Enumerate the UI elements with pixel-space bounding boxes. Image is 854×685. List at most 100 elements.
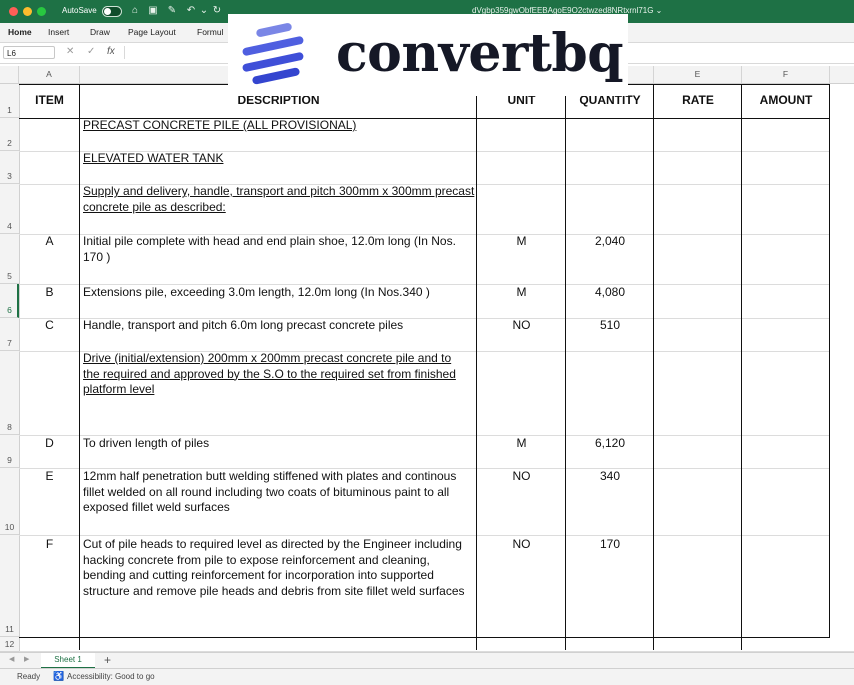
cell-unit[interactable]: NO: [477, 469, 566, 485]
save-icon[interactable]: ▣: [146, 4, 160, 18]
cell-quantity[interactable]: 340: [566, 469, 654, 485]
tab-formulas[interactable]: Formul: [197, 27, 223, 37]
cell-description[interactable]: Handle, transport and pitch 6.0m long pr…: [83, 318, 475, 334]
tab-draw[interactable]: Draw: [90, 27, 110, 37]
header-item[interactable]: ITEM: [19, 93, 80, 109]
grid-border: [79, 84, 80, 650]
cell-description[interactable]: Extensions pile, exceeding 3.0m length, …: [83, 285, 475, 301]
maximize-window-button[interactable]: [37, 7, 46, 16]
cell-description[interactable]: Cut of pile heads to required level as d…: [83, 537, 475, 599]
cell-item[interactable]: B: [19, 285, 80, 301]
row-header[interactable]: 10: [0, 468, 19, 535]
cell-quantity[interactable]: 170: [566, 537, 654, 553]
status-ready: Ready: [17, 672, 41, 681]
add-sheet-button[interactable]: +: [104, 653, 111, 667]
cell-unit[interactable]: M: [477, 234, 566, 250]
row-header[interactable]: 5: [0, 234, 19, 284]
autosave-label: AutoSave: [62, 6, 97, 15]
cell-item[interactable]: A: [19, 234, 80, 250]
row-number: 10: [4, 522, 15, 532]
row-header[interactable]: 8: [0, 351, 19, 435]
row-header[interactable]: 9: [0, 435, 19, 468]
row-number: 7: [7, 338, 12, 348]
column-header-f[interactable]: F: [742, 66, 830, 83]
edit-icon[interactable]: ✎: [165, 4, 179, 18]
select-all-corner[interactable]: [0, 66, 19, 83]
row-headers: 1 2 3 4 5 6 7 8 9 10 11 12: [0, 84, 20, 652]
row-header[interactable]: 1: [0, 84, 19, 118]
sheet-tab-bar: ◀ ▶ Sheet 1 +: [0, 652, 854, 669]
row-header[interactable]: 7: [0, 318, 19, 351]
close-window-button[interactable]: [9, 7, 18, 16]
cell-description[interactable]: ELEVATED WATER TANK: [83, 151, 475, 167]
grid-border: [565, 84, 566, 650]
watermark-text: convertbq: [336, 23, 624, 84]
minimize-window-button[interactable]: [23, 7, 32, 16]
header-amount[interactable]: AMOUNT: [742, 93, 830, 109]
cell-unit[interactable]: M: [477, 285, 566, 301]
column-header-e[interactable]: E: [654, 66, 742, 83]
cell-item[interactable]: C: [19, 318, 80, 334]
cell-item[interactable]: F: [19, 537, 80, 553]
row-number: 12: [4, 639, 15, 649]
column-header-a[interactable]: A: [19, 66, 80, 83]
grid-border: [476, 84, 477, 650]
row-header[interactable]: 12: [0, 637, 19, 652]
row-number: 1: [7, 105, 12, 115]
cell-unit[interactable]: M: [477, 436, 566, 452]
grid-border: [741, 84, 742, 650]
chevron-down-icon[interactable]: ⌄: [197, 4, 211, 18]
name-box[interactable]: L6: [3, 46, 55, 59]
cell-unit[interactable]: NO: [477, 318, 566, 334]
cell-description[interactable]: PRECAST CONCRETE PILE (ALL PROVISIONAL): [83, 118, 475, 134]
cell-quantity[interactable]: 4,080: [566, 285, 654, 301]
cell-unit[interactable]: NO: [477, 537, 566, 553]
row-number: 9: [7, 455, 12, 465]
grid-border: [829, 84, 830, 638]
grid-border: [19, 637, 830, 638]
accessibility-status[interactable]: Accessibility: Good to go: [67, 672, 155, 681]
logo-mark-bar: [255, 22, 293, 38]
cell-item[interactable]: E: [19, 469, 80, 485]
redo-icon[interactable]: ↻: [210, 4, 224, 18]
watermark-logo: convertbq: [228, 14, 628, 96]
row-header[interactable]: 2: [0, 118, 19, 151]
home-icon[interactable]: ⌂: [128, 4, 142, 18]
row-number: 11: [5, 624, 14, 634]
accessibility-icon[interactable]: ♿: [53, 671, 64, 682]
cancel-icon[interactable]: ✕: [66, 46, 74, 57]
cell-description[interactable]: Supply and delivery, handle, transport a…: [83, 184, 475, 215]
cell-quantity[interactable]: 2,040: [566, 234, 654, 250]
row-number: 2: [7, 138, 12, 148]
cell-quantity[interactable]: 510: [566, 318, 654, 334]
cell-item[interactable]: D: [19, 436, 80, 452]
grid-border: [653, 84, 654, 650]
cell-description[interactable]: 12mm half penetration butt welding stiff…: [83, 469, 475, 516]
row-number: 3: [7, 171, 12, 181]
confirm-icon[interactable]: ✓: [87, 46, 95, 57]
tab-insert[interactable]: Insert: [48, 27, 69, 37]
row-number: 4: [7, 221, 12, 231]
row-number: 6: [7, 305, 12, 315]
tab-page-layout[interactable]: Page Layout: [128, 27, 176, 37]
autosave-toggle[interactable]: [102, 6, 122, 17]
tab-home[interactable]: Home: [8, 27, 32, 37]
row-header-selected[interactable]: 6: [0, 284, 19, 318]
grid-line: [19, 535, 830, 536]
row-header[interactable]: 4: [0, 184, 19, 234]
header-rate[interactable]: RATE: [654, 93, 742, 109]
cell-description[interactable]: To driven length of piles: [83, 436, 475, 452]
scroll-left-icon[interactable]: ◀: [9, 655, 14, 663]
row-number: 5: [7, 271, 12, 281]
cell-description[interactable]: Initial pile complete with head and end …: [83, 234, 475, 265]
scroll-right-icon[interactable]: ▶: [24, 655, 29, 663]
row-header[interactable]: 11: [0, 535, 19, 637]
function-icon[interactable]: fx: [107, 46, 115, 57]
row-header[interactable]: 3: [0, 151, 19, 184]
logo-mark-bar: [251, 67, 301, 85]
undo-icon[interactable]: ↶: [184, 4, 198, 18]
status-bar: Ready ♿ Accessibility: Good to go: [0, 668, 854, 685]
sheet-tab-active[interactable]: Sheet 1: [41, 653, 95, 669]
cell-description[interactable]: Drive (initial/extension) 200mm x 200mm …: [83, 351, 471, 398]
cell-quantity[interactable]: 6,120: [566, 436, 654, 452]
